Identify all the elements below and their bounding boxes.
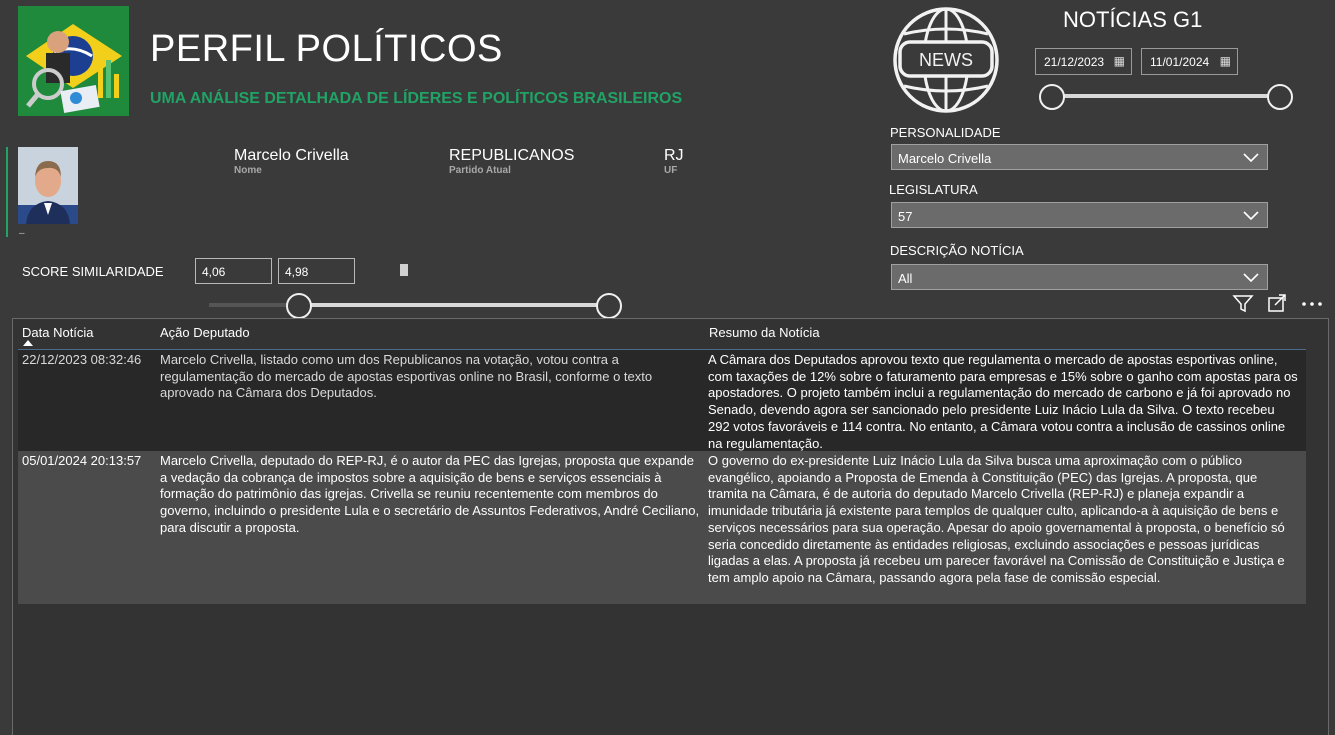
legislatura-label: LEGISLATURA: [889, 182, 978, 197]
politician-photo: [18, 147, 78, 224]
score-indicator: [400, 264, 408, 276]
column-header-data[interactable]: Data Notícia: [22, 325, 94, 340]
table-row[interactable]: 05/01/2024 20:13:57 Marcelo Crivella, de…: [18, 451, 1306, 604]
score-slider-max-handle[interactable]: [596, 293, 622, 319]
date-start-value: 21/12/2023: [1044, 55, 1105, 69]
sort-ascending-icon[interactable]: [23, 340, 33, 346]
cell-date: 22/12/2023 08:32:46: [22, 352, 142, 367]
personalidade-value: Marcelo Crivella: [898, 151, 992, 166]
score-slider-min-handle[interactable]: [286, 293, 312, 319]
cell-resumo: A Câmara dos Deputados aprovou texto que…: [708, 352, 1298, 451]
cell-date: 05/01/2024 20:13:57: [22, 453, 142, 468]
name-label: Nome: [234, 165, 262, 176]
date-slider-start-handle[interactable]: [1039, 84, 1065, 110]
date-start-input[interactable]: 21/12/2023 ▦: [1035, 48, 1132, 75]
date-slider-track[interactable]: [1051, 94, 1280, 98]
visual-header-toolbar: [1232, 294, 1327, 314]
legislatura-dropdown[interactable]: 57: [891, 202, 1268, 228]
news-heading: NOTÍCIAS G1: [1063, 7, 1203, 32]
focus-mode-icon[interactable]: [1268, 294, 1286, 312]
score-slider-track[interactable]: [299, 303, 609, 307]
app-logo: [18, 6, 129, 116]
table-row[interactable]: 22/12/2023 08:32:46 Marcelo Crivella, li…: [18, 350, 1306, 451]
score-min-input[interactable]: 4,06: [195, 258, 272, 284]
descricao-dropdown[interactable]: All: [891, 264, 1268, 290]
party-value: REPUBLICANOS: [449, 147, 575, 164]
column-header-acao[interactable]: Ação Deputado: [160, 325, 250, 340]
party-label: Partido Atual: [449, 165, 511, 176]
page-subtitle: UMA ANÁLISE DETALHADA DE LÍDERES E POLÍT…: [150, 90, 683, 107]
uf-value: RJ: [664, 147, 684, 164]
uf-label: UF: [664, 165, 678, 176]
legislatura-value: 57: [898, 209, 913, 224]
personalidade-label: PERSONALIDADE: [890, 125, 1001, 140]
globe-news-icon: NEWS: [892, 6, 1000, 114]
chevron-down-icon: [1243, 273, 1259, 283]
personalidade-dropdown[interactable]: Marcelo Crivella: [891, 144, 1268, 170]
cell-acao: Marcelo Crivella, deputado do REP-RJ, é …: [160, 453, 700, 535]
chevron-down-icon: [1243, 153, 1259, 163]
calendar-icon[interactable]: ▦: [1114, 54, 1125, 68]
descricao-value: All: [898, 271, 913, 286]
more-options-icon[interactable]: [1302, 302, 1322, 306]
chevron-down-icon: [1243, 211, 1259, 221]
filter-icon[interactable]: [1232, 295, 1254, 313]
score-label: SCORE SIMILARIDADE: [22, 264, 164, 279]
news-icon-text: NEWS: [919, 50, 973, 70]
date-end-input[interactable]: 11/01/2024 ▦: [1141, 48, 1238, 75]
photo-caption: –: [19, 228, 25, 239]
name-value: Marcelo Crivella: [234, 147, 349, 164]
brazil-flag-analytics-logo: [18, 6, 129, 116]
score-max-input[interactable]: 4,98: [278, 258, 355, 284]
column-header-resumo[interactable]: Resumo da Notícia: [709, 325, 820, 340]
date-end-value: 11/01/2024: [1150, 55, 1210, 69]
profile-accent-bar: [6, 147, 8, 237]
calendar-icon[interactable]: ▦: [1220, 54, 1231, 68]
cell-resumo: O governo do ex-presidente Luiz Inácio L…: [708, 453, 1285, 585]
page-title: PERFIL POLÍTICOS: [150, 28, 503, 70]
cell-acao: Marcelo Crivella, listado como um dos Re…: [160, 352, 653, 401]
date-slider-end-handle[interactable]: [1267, 84, 1293, 110]
descricao-label: DESCRIÇÃO NOTÍCIA: [890, 243, 1024, 258]
